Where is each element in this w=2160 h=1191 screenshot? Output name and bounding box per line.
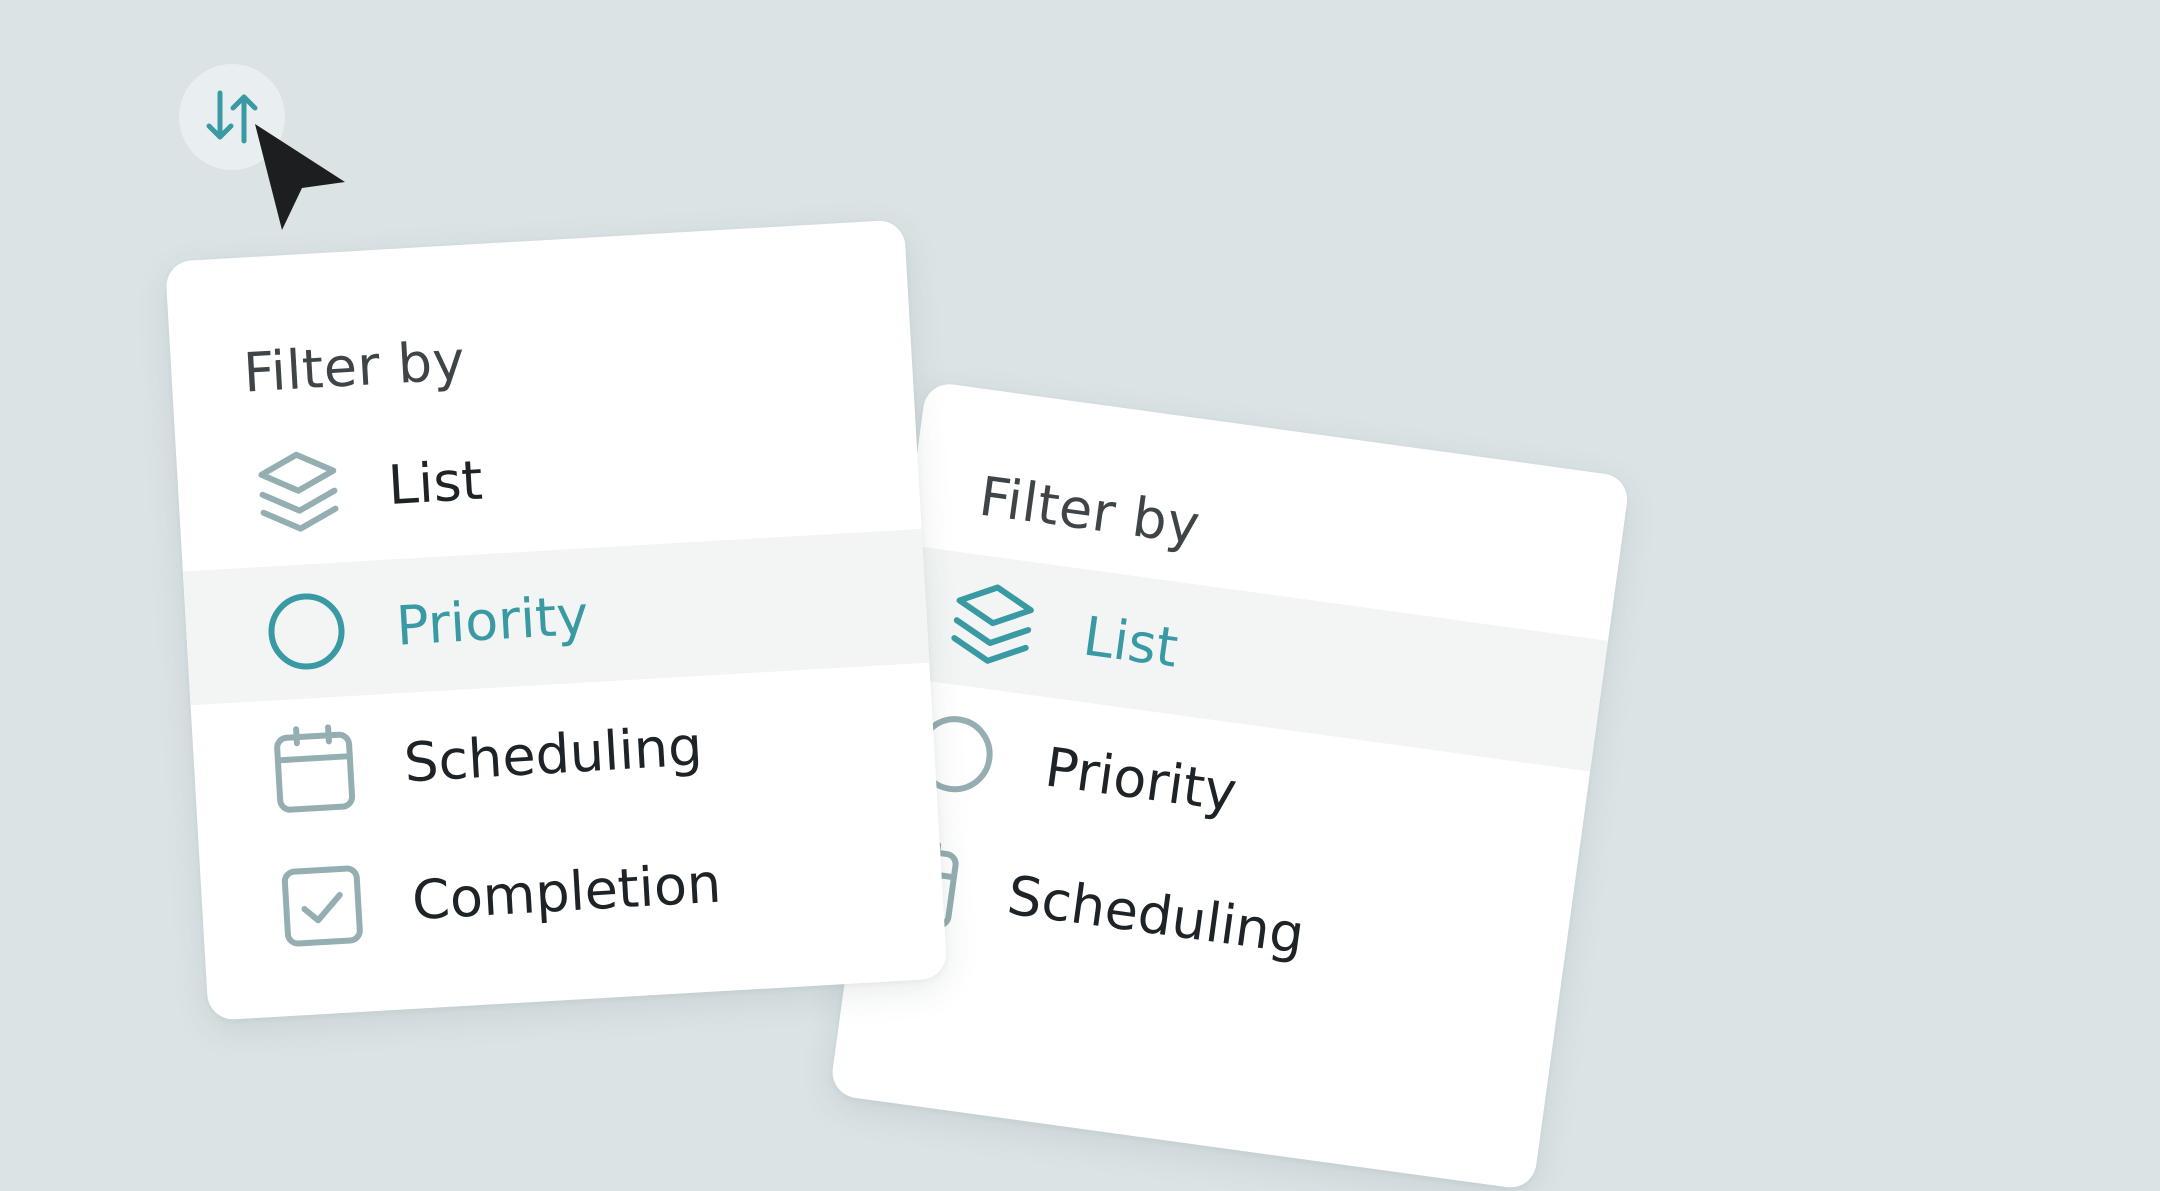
filter-option-label: Scheduling — [1003, 863, 1308, 967]
filter-menu-card-right: Filter by List Priority Scheduling — [829, 381, 1631, 1191]
filter-option-label: Scheduling — [402, 714, 704, 795]
filter-option-label: List — [386, 448, 485, 517]
filter-option-label: Priority — [1041, 735, 1241, 824]
filter-menu-title: Filter by — [241, 328, 467, 405]
filter-option-label: Priority — [394, 583, 591, 658]
mouse-cursor — [252, 122, 352, 232]
layers-icon — [939, 569, 1047, 677]
checkbox-icon — [272, 855, 373, 956]
layers-icon — [248, 440, 349, 541]
pointer-cursor-icon — [255, 124, 345, 230]
filter-option-label: List — [1079, 604, 1182, 680]
calendar-icon — [264, 718, 365, 819]
circle-icon — [256, 581, 357, 682]
filter-option-label: Completion — [410, 851, 723, 933]
filter-menu-card-left: Filter by List Priority Scheduling Compl… — [165, 219, 948, 1021]
filter-menu-title: Filter by — [975, 464, 1204, 558]
